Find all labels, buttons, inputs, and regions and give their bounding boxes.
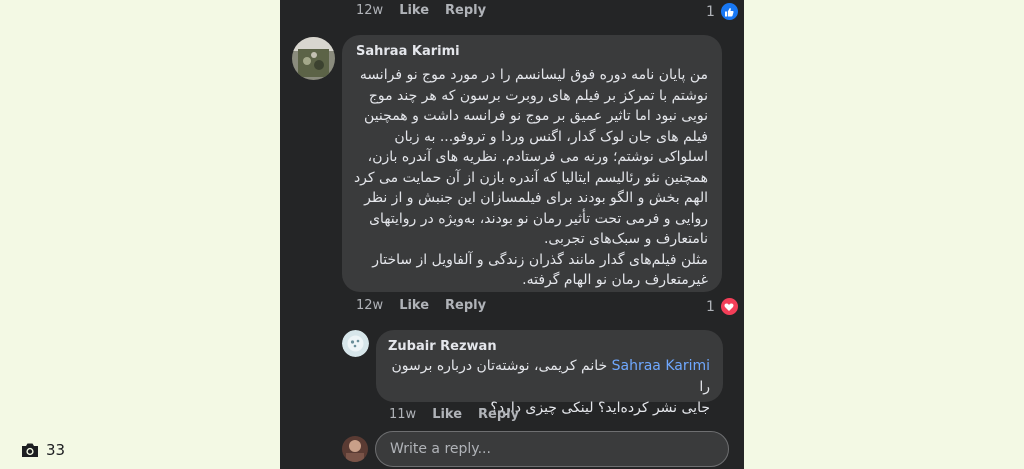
photo-count[interactable]: 33 bbox=[20, 441, 65, 459]
comment-top-actions: 12w Like Reply bbox=[356, 3, 486, 18]
comment-line: نوشتم با تمرکز بر فیلم های روبرت برسون ک… bbox=[368, 87, 708, 104]
comment-line: فیلم های جان لوک گدار، اگنس وردا و تروفو… bbox=[394, 128, 708, 145]
reply-composer bbox=[375, 431, 729, 467]
reply-button[interactable]: Reply bbox=[478, 407, 519, 422]
avatar-zubair[interactable] bbox=[342, 330, 369, 357]
comment-top-time[interactable]: 12w bbox=[356, 3, 383, 18]
comment-bubble-sahraa: Sahraa Karimi من پایان نامه دوره فوق لیس… bbox=[342, 35, 722, 292]
comment-reply-actions: 11w Like Reply bbox=[389, 407, 519, 422]
comment-main-actions: 12w Like Reply bbox=[356, 298, 486, 313]
comment-line: نامتعارف و سبک‌های تجربی. bbox=[543, 231, 708, 247]
comment-line: Sahraa Karimi خانم کریمی، نوشته‌تان دربا… bbox=[380, 356, 711, 398]
reaction-count: 1 bbox=[706, 3, 715, 20]
avatar-current-user bbox=[342, 436, 368, 462]
comment-line: الهم بخش و الگو بودند برای فیلمسازان این… bbox=[364, 190, 708, 206]
camera-icon bbox=[22, 443, 38, 457]
comment-line: نویی نبود اما تاثیر عمیق بر موج نو فرانس… bbox=[364, 108, 708, 124]
reply-input[interactable] bbox=[376, 432, 724, 466]
like-button[interactable]: Like bbox=[432, 407, 462, 422]
comment-line: من پایان نامه دوره فوق لیسانسم را در مور… bbox=[359, 67, 708, 83]
comment-main-time[interactable]: 12w bbox=[356, 298, 383, 313]
reply-button[interactable]: Reply bbox=[445, 3, 486, 18]
avatar-sahraa[interactable] bbox=[292, 37, 335, 80]
comment-line: غیرمتعارف رمان نو الهام گرفته. bbox=[522, 272, 708, 288]
like-icon bbox=[718, 1, 740, 22]
reaction-summary[interactable]: 1 bbox=[706, 1, 740, 22]
comment-author[interactable]: Sahraa Karimi bbox=[356, 44, 460, 59]
reply-button[interactable]: Reply bbox=[445, 298, 486, 313]
like-button[interactable]: Like bbox=[399, 3, 429, 18]
comment-line: مثلن فیلم‌های گدار مانند گذران زندگی و آ… bbox=[372, 251, 708, 268]
comment-reply-time[interactable]: 11w bbox=[389, 407, 416, 422]
comment-author[interactable]: Zubair Rezwan bbox=[388, 339, 497, 354]
comment-line: همچنین نئو رئالیسم ایتالیا که آندره بازن… bbox=[353, 169, 708, 186]
reaction-count: 1 bbox=[706, 298, 715, 315]
comment-text: من پایان نامه دوره فوق لیسانسم را در مور… bbox=[348, 65, 708, 291]
comment-bubble-zubair: Zubair Rezwan Sahraa Karimi خانم کریمی، … bbox=[376, 330, 723, 416]
comment-line: اسلواکی نوشتم؛ ورنه می فرستادم. نظریه ها… bbox=[367, 149, 708, 165]
heart-icon bbox=[718, 296, 740, 317]
comment-line: روایی و فرمی تحت تأثیر رمان نو بودند، به… bbox=[369, 210, 708, 227]
photo-count-value: 33 bbox=[46, 441, 66, 459]
mention-link[interactable]: Sahraa Karimi bbox=[612, 358, 710, 374]
comments-panel: 12w Like Reply 1 Sahraa Karimi من پایان … bbox=[280, 0, 744, 469]
like-button[interactable]: Like bbox=[399, 298, 429, 313]
reaction-summary[interactable]: 1 bbox=[706, 296, 740, 317]
